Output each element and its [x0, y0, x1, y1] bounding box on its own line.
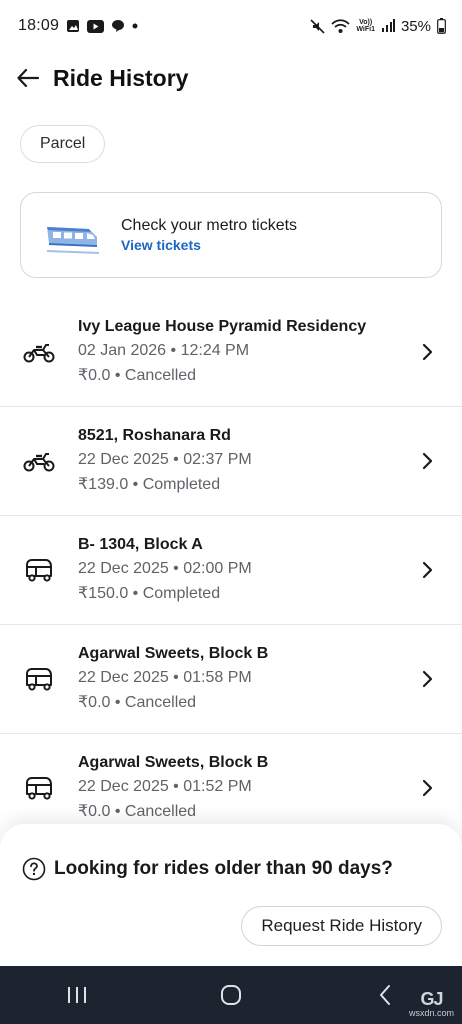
metro-tickets-card[interactable]: Check your metro tickets View tickets — [20, 192, 442, 278]
status-bar: 18:09 Vo)) WiFi1 35% — [0, 0, 462, 52]
volte-indicator: Vo)) WiFi1 — [356, 19, 375, 33]
system-nav-bar: GJ wsxdn.com — [0, 966, 462, 1024]
chevron-right-icon — [422, 561, 433, 579]
back-arrow-icon — [17, 69, 39, 87]
older-rides-question: Looking for rides older than 90 days? — [54, 858, 393, 879]
signal-icon — [381, 19, 395, 32]
watermark-logo: GJ — [420, 989, 443, 1009]
mute-icon — [310, 18, 325, 34]
ride-destination: Ivy League House Pyramid Residency — [78, 318, 367, 335]
ride-details: Agarwal Sweets, Block B 22 Dec 2025 • 01… — [78, 643, 268, 715]
older-rides-row: Looking for rides older than 90 days? — [22, 857, 393, 881]
ride-item[interactable]: B- 1304, Block A 22 Dec 2025 • 02:00 PM … — [0, 516, 462, 625]
volte-bottom: WiFi1 — [356, 26, 375, 33]
auto-rickshaw-icon — [22, 557, 56, 583]
home-button[interactable] — [201, 970, 261, 1020]
ride-item[interactable]: 8521, Roshanara Rd 22 Dec 2025 • 02:37 P… — [0, 407, 462, 516]
watermark-text: wsxdn.com — [408, 1008, 454, 1018]
chevron-right-icon — [422, 452, 433, 470]
auto-rickshaw-icon — [22, 666, 56, 692]
volte-top: Vo)) — [359, 19, 373, 26]
status-right: Vo)) WiFi1 35% — [310, 18, 446, 35]
ride-details: Agarwal Sweets, Block B 22 Dec 2025 • 01… — [78, 752, 268, 824]
ride-fare-status: ₹139.0 • Completed — [78, 476, 221, 493]
auto-rickshaw-icon — [22, 775, 56, 801]
chevron-left-icon — [380, 985, 390, 1005]
ride-item[interactable]: Agarwal Sweets, Block B 22 Dec 2025 • 01… — [0, 625, 462, 734]
header: Ride History — [0, 58, 462, 98]
ride-fare-status: ₹0.0 • Cancelled — [78, 367, 197, 384]
ride-fare-status: ₹150.0 • Completed — [78, 585, 221, 602]
ride-fare-status: ₹0.0 • Cancelled — [78, 803, 197, 820]
bike-icon — [22, 339, 56, 365]
ride-details: Ivy League House Pyramid Residency 02 Ja… — [78, 316, 366, 388]
chevron-right-icon — [422, 779, 433, 797]
ride-destination: Agarwal Sweets, Block B — [78, 645, 269, 662]
watermark: GJ wsxdn.com — [409, 990, 454, 1018]
ride-details: B- 1304, Block A 22 Dec 2025 • 02:00 PM … — [78, 534, 252, 606]
ride-datetime: 02 Jan 2026 • 12:24 PM — [78, 342, 250, 359]
metro-title: Check your metro tickets — [121, 217, 298, 234]
status-left: 18:09 — [18, 17, 138, 35]
youtube-icon — [87, 19, 105, 33]
battery-icon — [437, 18, 446, 34]
recent-apps-button[interactable] — [47, 970, 107, 1020]
ride-datetime: 22 Dec 2025 • 02:00 PM — [78, 560, 252, 577]
system-back-button[interactable] — [355, 970, 415, 1020]
page-title: Ride History — [53, 64, 189, 91]
wifi-icon — [331, 18, 350, 33]
ride-destination: B- 1304, Block A — [78, 536, 203, 553]
metro-text: Check your metro tickets View tickets — [121, 217, 297, 253]
battery-percent: 35% — [400, 17, 431, 35]
dot-icon — [132, 23, 138, 29]
ride-datetime: 22 Dec 2025 • 01:58 PM — [78, 669, 252, 686]
back-button[interactable] — [0, 58, 56, 98]
app-icon — [112, 20, 125, 32]
chevron-right-icon — [422, 343, 433, 361]
parcel-filter-chip[interactable]: Parcel — [20, 125, 106, 163]
status-time: 18:09 — [18, 17, 60, 34]
metro-train-icon — [46, 227, 100, 254]
ride-destination: Agarwal Sweets, Block B — [78, 754, 269, 771]
ride-item[interactable]: Ivy League House Pyramid Residency 02 Ja… — [0, 298, 462, 407]
ride-datetime: 22 Dec 2025 • 02:37 PM — [78, 451, 252, 468]
view-tickets-link[interactable]: View tickets — [121, 237, 297, 253]
ride-datetime: 22 Dec 2025 • 01:52 PM — [78, 778, 252, 795]
ride-details: 8521, Roshanara Rd 22 Dec 2025 • 02:37 P… — [78, 425, 252, 497]
chevron-right-icon — [422, 670, 433, 688]
request-ride-history-button[interactable]: Request Ride History — [241, 906, 442, 946]
ride-list: Ivy League House Pyramid Residency 02 Ja… — [0, 298, 462, 843]
gallery-icon — [67, 20, 80, 32]
home-icon — [221, 985, 241, 1005]
older-rides-sheet: Looking for rides older than 90 days? Re… — [0, 824, 462, 966]
ride-fare-status: ₹0.0 • Cancelled — [78, 694, 197, 711]
bike-icon — [22, 448, 56, 474]
ride-destination: 8521, Roshanara Rd — [78, 427, 231, 444]
recent-apps-icon — [68, 987, 86, 1003]
question-circle-icon — [22, 857, 46, 881]
